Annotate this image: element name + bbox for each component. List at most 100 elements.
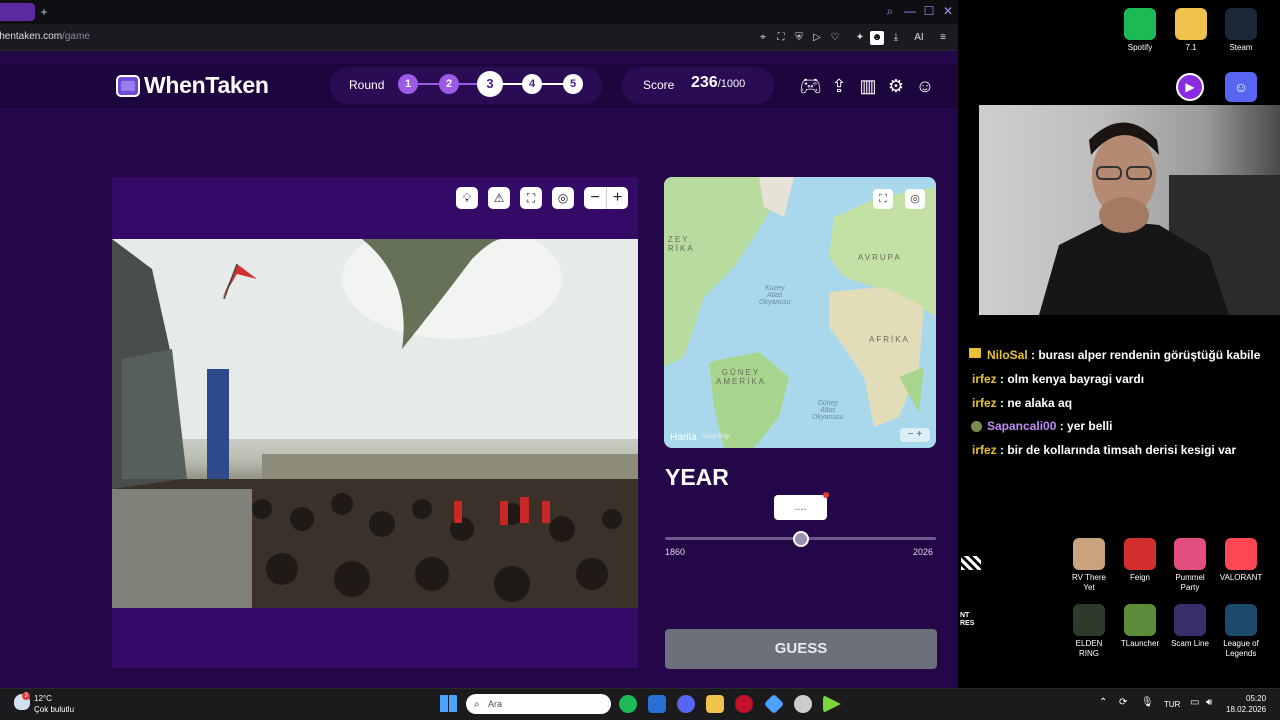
map-focus-icon[interactable]: ◎ (905, 189, 925, 209)
network-icon[interactable]: ▭ (1190, 697, 1199, 708)
desktop-icon-valorant[interactable]: VALORANT (1218, 538, 1264, 583)
desktop-icon-league-of-legends[interactable]: League of Legends (1218, 604, 1264, 659)
stats-icon[interactable]: ▥ (857, 75, 879, 97)
tray-chevron-icon[interactable]: ⌃ (1099, 697, 1107, 708)
side-text: NT RES (960, 612, 975, 627)
app-icon (1174, 604, 1206, 636)
app-icon (1225, 8, 1257, 40)
screenshot-icon[interactable]: ⛶ (774, 31, 788, 45)
desktop-icon-feign[interactable]: Feign (1117, 538, 1163, 583)
desktop-icon-7-1[interactable]: 7.1 (1168, 8, 1214, 53)
spotify-taskbar-icon[interactable] (619, 695, 637, 713)
menu-icon[interactable]: ≡ (936, 31, 950, 45)
game-photo[interactable] (112, 239, 638, 608)
logo-text[interactable]: WhenTaken (144, 72, 269, 99)
ai-label: AI (914, 32, 924, 43)
download-icon[interactable]: ⤓ (889, 31, 903, 45)
logo-icon[interactable] (116, 75, 140, 97)
url-text[interactable]: whentaken.com/game (0, 31, 90, 42)
round-2: 2 (439, 74, 459, 94)
map-landmasses (664, 177, 936, 448)
desktop-icon-label: Spotify (1127, 43, 1153, 52)
score-max: /1000 (717, 78, 746, 90)
chat-user[interactable]: irfez (972, 443, 997, 457)
profile-icon[interactable]: ☻ (870, 31, 884, 45)
app-icon (1225, 604, 1257, 636)
zoom-in-button[interactable]: + (606, 187, 628, 209)
focus-icon[interactable]: ◎ (552, 187, 574, 209)
desktop-icon-spotify[interactable]: Spotify (1117, 8, 1163, 53)
search-icon[interactable]: ⌕ (882, 4, 898, 19)
app2-taskbar-icon[interactable] (794, 695, 812, 713)
chat-user[interactable]: irfez (972, 372, 997, 386)
mail-taskbar-icon[interactable] (648, 695, 666, 713)
app-icon (1124, 8, 1156, 40)
mic-icon[interactable]: 🎙︎ (1141, 697, 1154, 708)
chat-message: irfez : olm kenya bayragi vardı (972, 372, 1144, 386)
report-icon[interactable]: ⚠ (488, 187, 510, 209)
taskbar-search[interactable]: Ara (466, 694, 611, 714)
desktop-icon-pummel-party[interactable]: Pummel Party (1167, 538, 1213, 593)
shield-icon[interactable]: ⛨ (792, 31, 806, 45)
address-bar[interactable]: whentaken.com/game ⌖ ⛶ ⛨ ▷ ♡ ✦ ☻ ⤓ AI ≡ (0, 24, 958, 51)
fullscreen-icon[interactable]: ⛶ (520, 187, 542, 209)
score-number: 236 (691, 74, 718, 91)
map-fullscreen-icon[interactable]: ⛶ (873, 189, 893, 209)
desktop-icon-label: League of Legends (1223, 639, 1259, 658)
language-indicator[interactable]: TUR (1164, 700, 1180, 709)
zoom-out-button[interactable]: − (584, 187, 606, 209)
play-icon[interactable]: ▷ (810, 31, 824, 45)
sync-icon[interactable]: ⟳ (1119, 697, 1127, 708)
round-5: 5 (563, 74, 583, 94)
map-brand-text: Harita (670, 432, 697, 443)
guess-map[interactable]: ZEY RİKA AVRUPA AFRİKA GÜNEY AMERİKA Kuz… (664, 177, 936, 448)
round-4: 4 (522, 74, 542, 94)
minimize-icon[interactable]: — (902, 4, 918, 18)
round-3-current: 3 (477, 71, 503, 97)
desktop-icon-scam-line[interactable]: Scam Line (1167, 604, 1213, 649)
desktop-icon-label: TLauncher (1120, 639, 1160, 648)
new-tab-button[interactable]: + (38, 6, 50, 18)
maximize-icon[interactable]: ☐ (921, 4, 937, 18)
round-1: 1 (398, 74, 418, 94)
close-icon[interactable]: ✕ (940, 4, 956, 18)
explorer-taskbar-icon[interactable] (706, 695, 724, 713)
settings-icon[interactable]: ⚙ (885, 75, 907, 97)
guess-button[interactable]: GUESS (665, 629, 937, 669)
pin-icon[interactable]: ⌖ (756, 31, 770, 45)
clock[interactable]: 05:20 18.02.2026 (1226, 693, 1266, 715)
media-player-icon[interactable]: ▶ (1176, 73, 1204, 101)
gamepad-icon[interactable]: 🎮︎ (799, 75, 822, 97)
year-max: 2026 (913, 547, 934, 557)
active-tab[interactable] (0, 3, 35, 21)
chat-message: NiloSal : burası alper rendenin görüştüğ… (987, 348, 1260, 362)
map-legal-link[interactable]: Yasal Bilgi (702, 434, 730, 440)
weather-widget[interactable]: 12°C Çok bulutlu (34, 693, 74, 715)
profile-icon[interactable]: ☺ (914, 75, 936, 97)
opera-taskbar-icon[interactable] (735, 695, 753, 713)
chat-user[interactable]: NiloSal (987, 348, 1028, 362)
desktop-icon-label: Steam (1229, 43, 1253, 52)
desktop-icon-elden-ring[interactable]: ELDEN RING (1066, 604, 1112, 659)
ai-button[interactable]: AI (907, 31, 931, 45)
desktop-icon-tlauncher[interactable]: TLauncher (1117, 604, 1163, 649)
discord-icon[interactable]: ☺ (1225, 72, 1257, 102)
share-icon[interactable]: ⇪ (828, 75, 850, 97)
chat-text: : burası alper rendenin görüştüğü kabile (1027, 348, 1261, 362)
map-label-africa: AFRİKA (869, 335, 910, 344)
discord-taskbar-icon[interactable] (677, 695, 695, 713)
desktop-icon-rv-there-yet[interactable]: RV There Yet (1066, 538, 1112, 593)
year-indicator-dot (823, 492, 829, 498)
start-icon[interactable] (440, 695, 457, 712)
desktop-icon-steam[interactable]: Steam (1218, 8, 1264, 53)
app-icon (1175, 8, 1207, 40)
chat-user[interactable]: irfez (972, 396, 997, 410)
year-slider-thumb[interactable] (792, 531, 809, 547)
chat-user[interactable]: Sapancali00 (987, 419, 1056, 433)
map-zoom-controls[interactable]: − + (900, 428, 930, 442)
extensions-icon[interactable]: ✦ (853, 31, 867, 45)
hint-icon[interactable]: 💡︎ (456, 187, 478, 209)
url-path: /game (62, 31, 90, 42)
volume-icon[interactable]: 🔊︎ (1206, 697, 1212, 708)
heart-icon[interactable]: ♡ (828, 31, 842, 45)
